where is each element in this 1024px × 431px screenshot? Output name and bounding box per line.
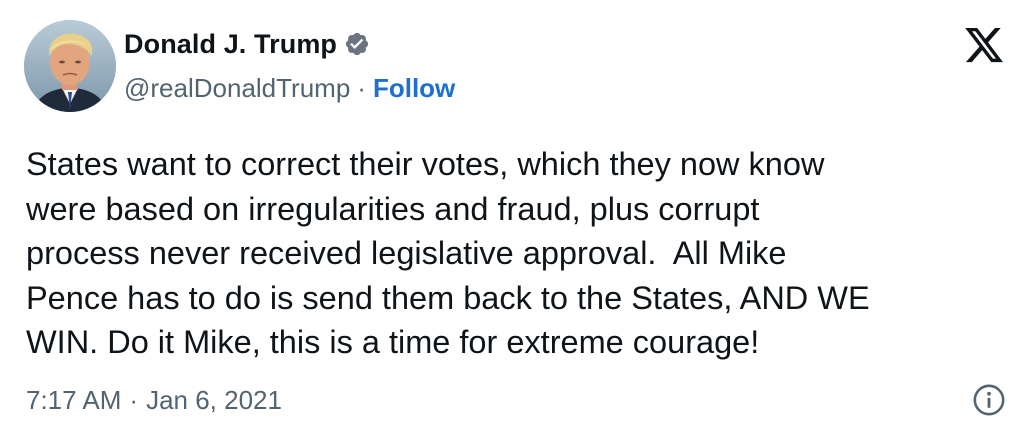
avatar-image-icon [24,20,116,112]
tweet-meta: 7:17 AM · Jan 6, 2021 [26,382,282,418]
meta-separator: · [129,384,139,415]
handle-separator: · [357,72,366,103]
author-name-row: Donald J. Trump [124,24,370,64]
tweet-date[interactable]: Jan 6, 2021 [146,385,282,416]
tweet-card: Donald J. Trump @realDonaldTrump · Follo… [0,0,1024,431]
author-handle[interactable]: @realDonaldTrump [124,73,350,104]
follow-button[interactable]: Follow [373,73,455,104]
verified-badge-icon[interactable] [344,31,370,57]
author-handle-row: @realDonaldTrump · Follow [124,70,455,106]
x-logo-icon[interactable] [962,24,1006,66]
avatar[interactable] [24,20,116,112]
author-display-name[interactable]: Donald J. Trump [124,29,337,60]
info-icon[interactable] [972,383,1006,417]
tweet-text: States want to correct their votes, whic… [26,146,870,361]
tweet-time[interactable]: 7:17 AM [26,385,121,416]
